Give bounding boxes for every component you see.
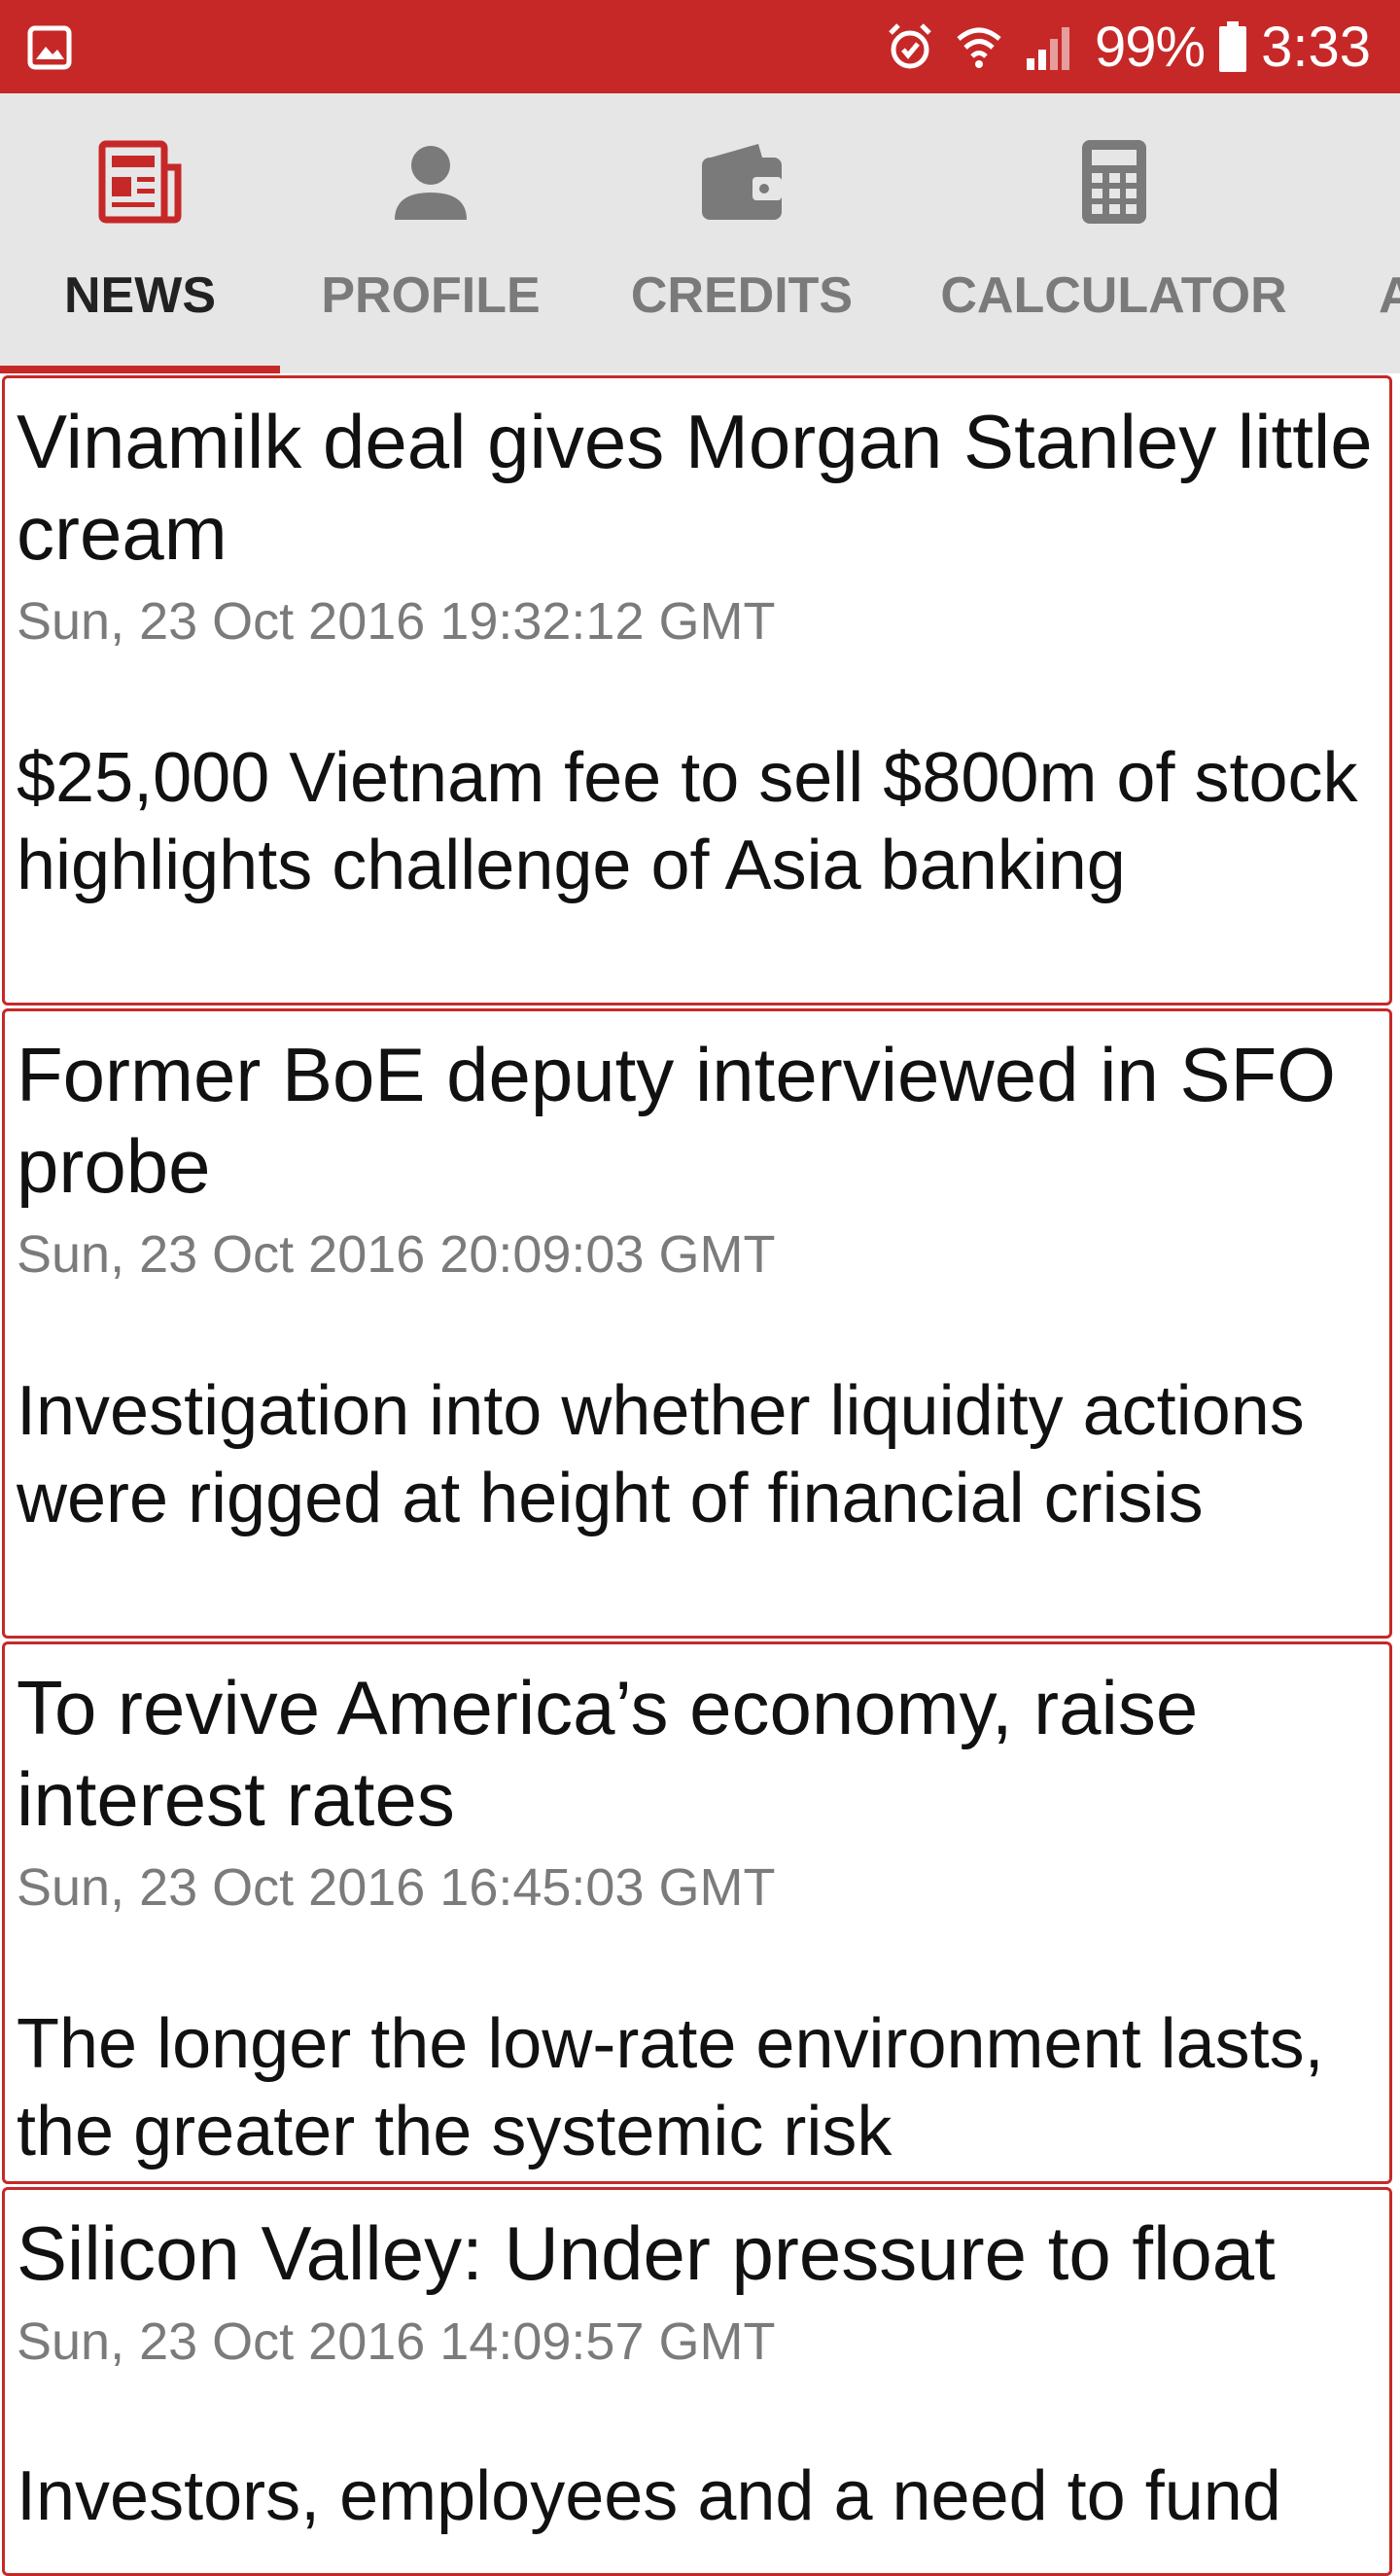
tab-partial-label: A [1379,267,1400,324]
news-date: Sun, 23 Oct 2016 14:09:57 GMT [17,2312,776,2371]
wifi-icon [957,27,1001,68]
news-description: Investors, employees and a need to fund [17,2457,1281,2535]
active-tab-indicator [0,366,280,373]
news-description: Investigation into whether liquidity act… [17,1372,1305,1537]
news-title: Silicon Valley: Under pressure to float [17,2210,1276,2296]
news-description: The longer the low-rate environment last… [17,2005,1324,2170]
tab-news-label: NEWS [64,267,216,324]
tab-news[interactable]: NEWS [0,93,280,373]
person-icon [395,146,467,220]
battery-percent: 99% [1095,15,1206,79]
news-card[interactable]: Vinamilk deal gives Morgan Stanley littl… [2,375,1392,1006]
news-date: Sun, 23 Oct 2016 16:45:03 GMT [17,1858,776,1917]
cell-signal-icon [1027,27,1070,70]
tab-profile[interactable]: PROFILE [280,93,581,373]
calculator-icon [1081,140,1146,224]
status-bar: 99% 3:33 [0,0,1400,93]
wallet-icon [702,144,782,220]
news-date: Sun, 23 Oct 2016 19:32:12 GMT [17,592,776,651]
news-date: Sun, 23 Oct 2016 20:09:03 GMT [17,1225,776,1284]
tab-calculator[interactable]: CALCULATOR [902,93,1325,373]
tab-bar: NEWS PROFILE CREDITS CALCULATOR A [0,93,1400,373]
tab-profile-label: PROFILE [321,267,541,324]
gallery-icon [27,25,72,70]
news-title: Vinamilk deal gives Morgan Stanley littl… [17,399,1373,576]
news-card[interactable]: To revive America’s economy, raise inter… [2,1641,1392,2184]
news-icon [98,140,182,224]
news-card[interactable]: Former BoE deputy interviewed in SFO pro… [2,1008,1392,1639]
clock-time: 3:33 [1261,15,1371,79]
news-description: $25,000 Vietnam fee to sell $800m of sto… [17,739,1358,904]
alarm-icon [889,23,931,69]
news-card[interactable]: Silicon Valley: Under pressure to float … [2,2187,1392,2576]
news-title: To revive America’s economy, raise inter… [17,1665,1199,1842]
tab-calculator-label: CALCULATOR [940,267,1287,324]
tab-partial[interactable]: A [1379,93,1400,373]
battery-icon [1219,21,1247,72]
news-title: Former BoE deputy interviewed in SFO pro… [17,1032,1336,1209]
tab-credits[interactable]: CREDITS [581,93,902,373]
tab-credits-label: CREDITS [630,267,854,324]
